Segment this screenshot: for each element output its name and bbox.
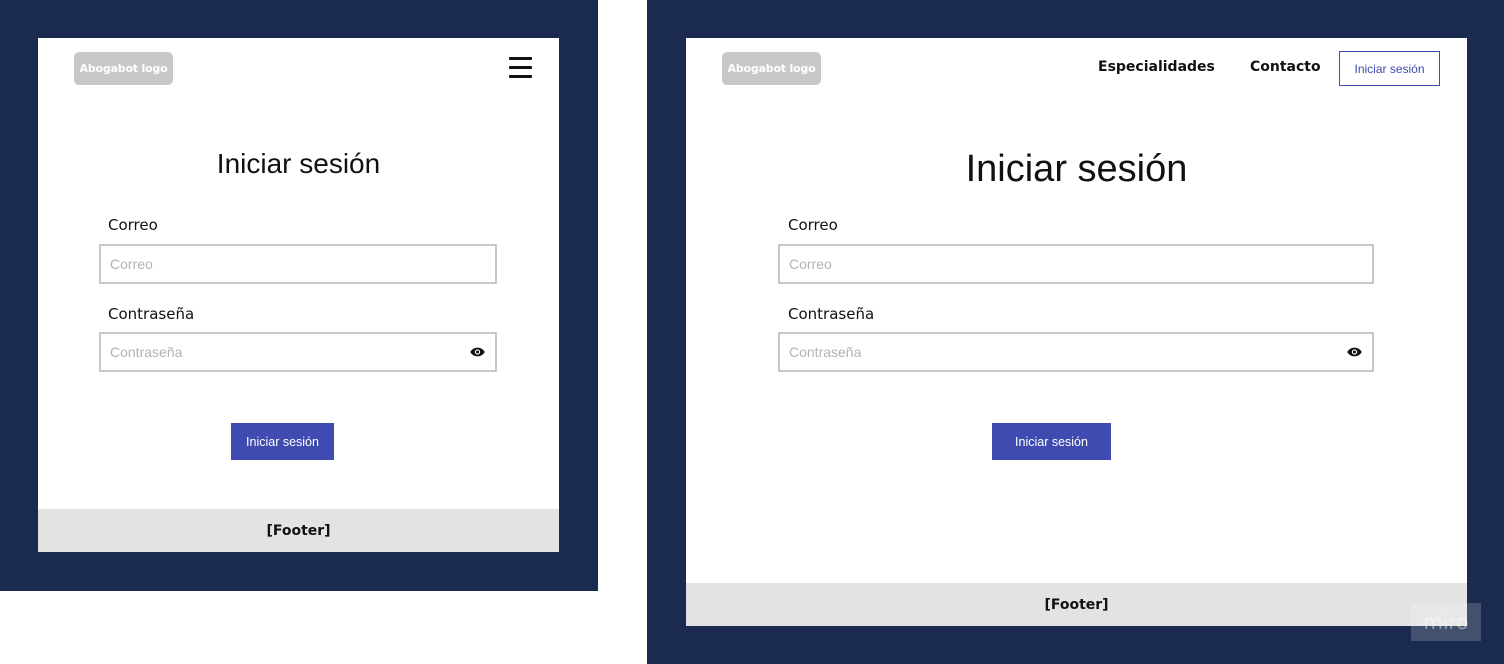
mobile-screen: Abogabot logo Iniciar sesión Correo Cont… — [38, 38, 559, 552]
footer: [Footer] — [686, 583, 1467, 626]
email-label: Correo — [788, 216, 838, 234]
nav-login-button[interactable]: Iniciar sesión — [1339, 51, 1440, 86]
page-title: Iniciar sesión — [965, 148, 1188, 190]
mobile-frame: Abogabot logo Iniciar sesión Correo Cont… — [0, 0, 598, 591]
page-title: Iniciar sesión — [216, 148, 381, 179]
miro-watermark: miro — [1411, 603, 1481, 641]
password-label: Contraseña — [108, 305, 195, 323]
hamburger-menu-icon[interactable] — [509, 57, 532, 79]
password-input[interactable] — [101, 334, 445, 370]
email-field[interactable] — [99, 244, 497, 284]
logo[interactable]: Abogabot logo — [74, 52, 173, 85]
login-submit-button[interactable]: Iniciar sesión — [231, 423, 334, 460]
desktop-frame: Abogabot logo Especialidades Contacto In… — [647, 0, 1504, 664]
logo[interactable]: Abogabot logo — [722, 52, 821, 85]
password-field[interactable] — [778, 332, 1374, 372]
email-field[interactable] — [778, 244, 1374, 284]
nav-link-especialidades[interactable]: Especialidades — [1098, 59, 1215, 75]
email-input[interactable] — [101, 246, 445, 282]
password-field[interactable] — [99, 332, 497, 372]
password-label: Contraseña — [788, 305, 875, 323]
eye-icon[interactable] — [470, 347, 485, 357]
login-submit-button[interactable]: Iniciar sesión — [992, 423, 1111, 460]
nav-link-contacto[interactable]: Contacto — [1250, 59, 1321, 75]
eye-icon[interactable] — [1347, 347, 1362, 357]
footer: [Footer] — [38, 509, 559, 552]
password-input[interactable] — [780, 334, 1293, 370]
email-input[interactable] — [780, 246, 1293, 282]
email-label: Correo — [108, 216, 158, 234]
desktop-screen: Abogabot logo Especialidades Contacto In… — [686, 38, 1467, 626]
